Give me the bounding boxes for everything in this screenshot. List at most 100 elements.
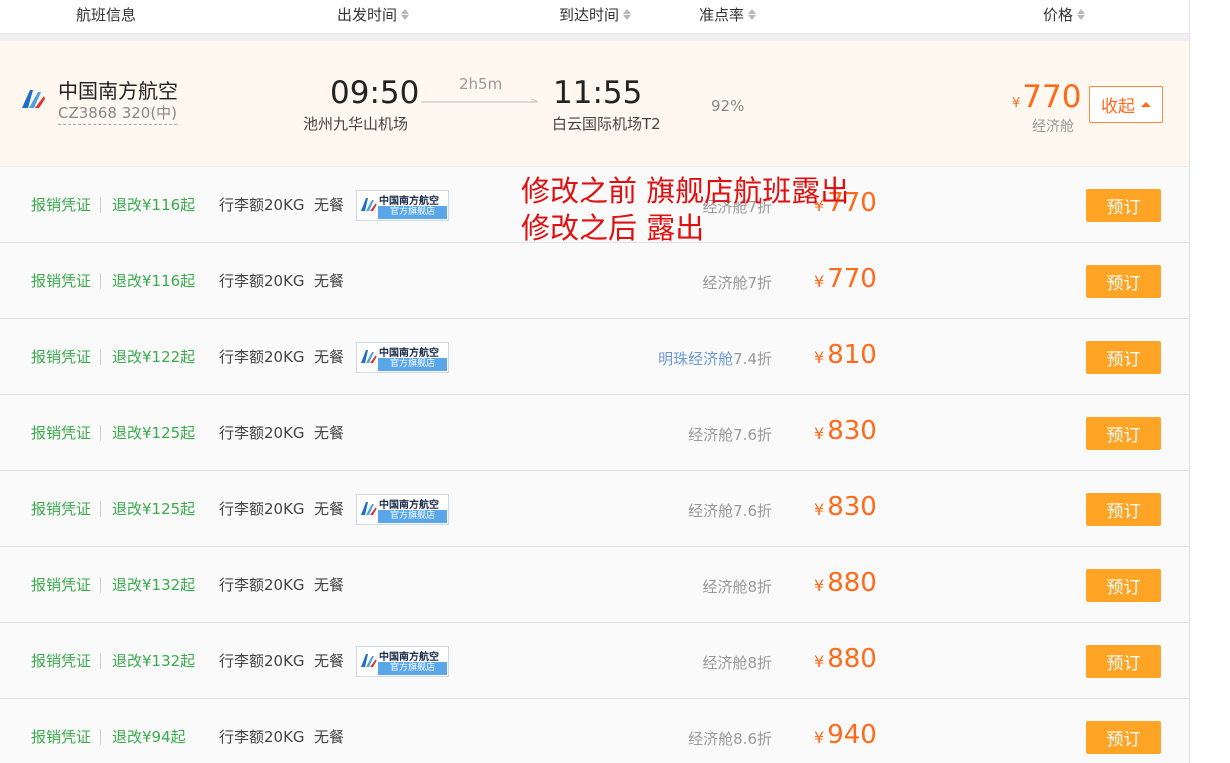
refund-policy-link[interactable]: 退改¥94起 [112,726,186,747]
receipt-link[interactable]: 报销凭证 [31,726,91,747]
baggage-allowance: 行李额20KG [219,728,305,746]
divider [100,729,101,745]
price-value: 880 [827,568,877,598]
refund-policy-link[interactable]: 退改¥122起 [112,346,195,367]
cabin-class: 经济舱 [1032,119,1074,135]
fare-price: ¥940 [814,720,877,750]
flagship-store-badge[interactable]: 中国南方航空 官方旗舰店 [356,342,449,373]
sort-icon [748,9,757,20]
divider [100,197,101,213]
china-southern-logo-icon [361,350,377,363]
meal-info: 无餐 [314,272,345,290]
sort-by-price[interactable]: 价格 [1043,4,1086,25]
cabin-name: 明珠经济舱 [658,350,734,368]
collapse-label: 收起 [1101,97,1135,117]
divider [100,273,101,289]
sort-by-ontime[interactable]: 准点率 [699,4,757,25]
book-button[interactable]: 预订 [1086,189,1161,222]
baggage-allowance: 行李额20KG [219,576,305,594]
currency-symbol: ¥ [814,576,825,595]
baggage-allowance: 行李额20KG [219,196,305,214]
book-button[interactable]: 预订 [1086,569,1161,602]
results-header: 航班信息 出发时间 到达时间 准点率 价格 [0,0,1189,34]
fare-price: ¥810 [814,340,877,370]
refund-policy-link[interactable]: 退改¥132起 [112,650,195,671]
baggage-allowance: 行李额20KG [219,424,305,442]
flight-duration: 2h5m [459,75,503,93]
currency-symbol: ¥ [814,424,825,443]
badge-airline-name: 中国南方航空 [379,196,439,207]
refund-policy-link[interactable]: 退改¥132起 [112,574,195,595]
badge-official-store: 官方旗舰店 [378,358,447,371]
flight-summary[interactable]: 中国南方航空 CZ3868 320(中) 09:50 池州九华山机场 2h5m … [0,41,1189,167]
cabin-discount: 经济舱7.6折 [688,502,772,520]
sort-icon [401,9,410,20]
departure-time: 09:50 [330,75,420,111]
baggage-allowance: 行李额20KG [219,652,305,670]
receipt-link[interactable]: 报销凭证 [31,574,91,595]
price-value: 940 [827,720,877,750]
fare-price: ¥770 [814,264,877,294]
flagship-store-badge[interactable]: 中国南方航空 官方旗舰店 [356,190,449,221]
baggage-allowance: 行李额20KG [219,500,305,518]
arrival-time: 11:55 [553,75,643,111]
baggage-allowance: 行李额20KG [219,272,305,290]
receipt-link[interactable]: 报销凭证 [31,194,91,215]
flight-results-page: 航班信息 出发时间 到达时间 准点率 价格 中国南方航空 CZ3868 320(… [0,0,1230,763]
receipt-link[interactable]: 报销凭证 [31,498,91,519]
fare-price: ¥880 [814,568,877,598]
fare-price: ¥830 [814,416,877,446]
receipt-link[interactable]: 报销凭证 [31,650,91,671]
fare-row: 报销凭证 退改¥125起 行李额20KG 无餐 中国南方航空 官方旗舰店 经济舱7.6… [0,471,1189,547]
meal-info: 无餐 [314,652,345,670]
book-button[interactable]: 预订 [1086,645,1161,678]
badge-airline-name: 中国南方航空 [379,348,439,359]
flagship-store-badge[interactable]: 中国南方航空 官方旗舰店 [356,646,449,677]
fare-price: ¥880 [814,644,877,674]
price-value: 830 [827,416,877,446]
book-button[interactable]: 预订 [1086,417,1161,450]
fare-row: 报销凭证 退改¥132起 行李额20KG 无餐 中国南方航空 官方旗舰店 经济舱8折 ¥… [0,623,1189,699]
refund-policy-link[interactable]: 退改¥116起 [112,270,195,291]
currency-symbol: ¥ [814,272,825,291]
flight-number[interactable]: CZ3868 320(中) [58,102,178,125]
price-value: 770 [827,264,877,294]
fare-price: ¥830 [814,492,877,522]
price-value: 810 [827,340,877,370]
meal-info: 无餐 [314,500,345,518]
collapse-button[interactable]: 收起 [1089,86,1163,123]
receipt-link[interactable]: 报销凭证 [31,270,91,291]
book-button[interactable]: 预订 [1086,341,1161,374]
refund-policy-link[interactable]: 退改¥125起 [112,422,195,443]
arrow-right-icon [421,98,539,103]
sort-by-arrive[interactable]: 到达时间 [559,4,632,25]
cabin-discount: 经济舱8.6折 [688,730,772,748]
red-annotation: 修改之前 旗舰店航班露出 修改之后 露出 [521,173,849,247]
receipt-link[interactable]: 报销凭证 [31,422,91,443]
currency-symbol: ¥ [814,728,825,747]
price-value: 880 [827,644,877,674]
refund-policy-link[interactable]: 退改¥125起 [112,498,195,519]
sort-by-depart[interactable]: 出发时间 [337,4,410,25]
china-southern-logo-icon [361,502,377,515]
cabin-discount: 经济舱8折 [702,578,772,596]
badge-official-store: 官方旗舰店 [378,662,447,675]
book-button[interactable]: 预订 [1086,265,1161,298]
discount: 7.4折 [733,350,772,368]
china-southern-logo-icon [22,90,45,108]
book-button[interactable]: 预订 [1086,721,1161,754]
currency-symbol: ¥ [814,348,825,367]
divider [100,425,101,441]
meal-info: 无餐 [314,196,345,214]
fare-row: 报销凭证 退改¥132起 行李额20KG 无餐 经济舱8折 ¥880 预订 [0,547,1189,623]
flagship-store-badge[interactable]: 中国南方航空 官方旗舰店 [356,494,449,525]
currency-symbol: ¥ [814,652,825,671]
meal-info: 无餐 [314,576,345,594]
book-button[interactable]: 预订 [1086,493,1161,526]
price-value: 770 [1022,79,1082,115]
receipt-link[interactable]: 报销凭证 [31,346,91,367]
refund-policy-link[interactable]: 退改¥116起 [112,194,195,215]
divider [100,577,101,593]
badge-official-store: 官方旗舰店 [378,510,447,523]
price-value: 830 [827,492,877,522]
